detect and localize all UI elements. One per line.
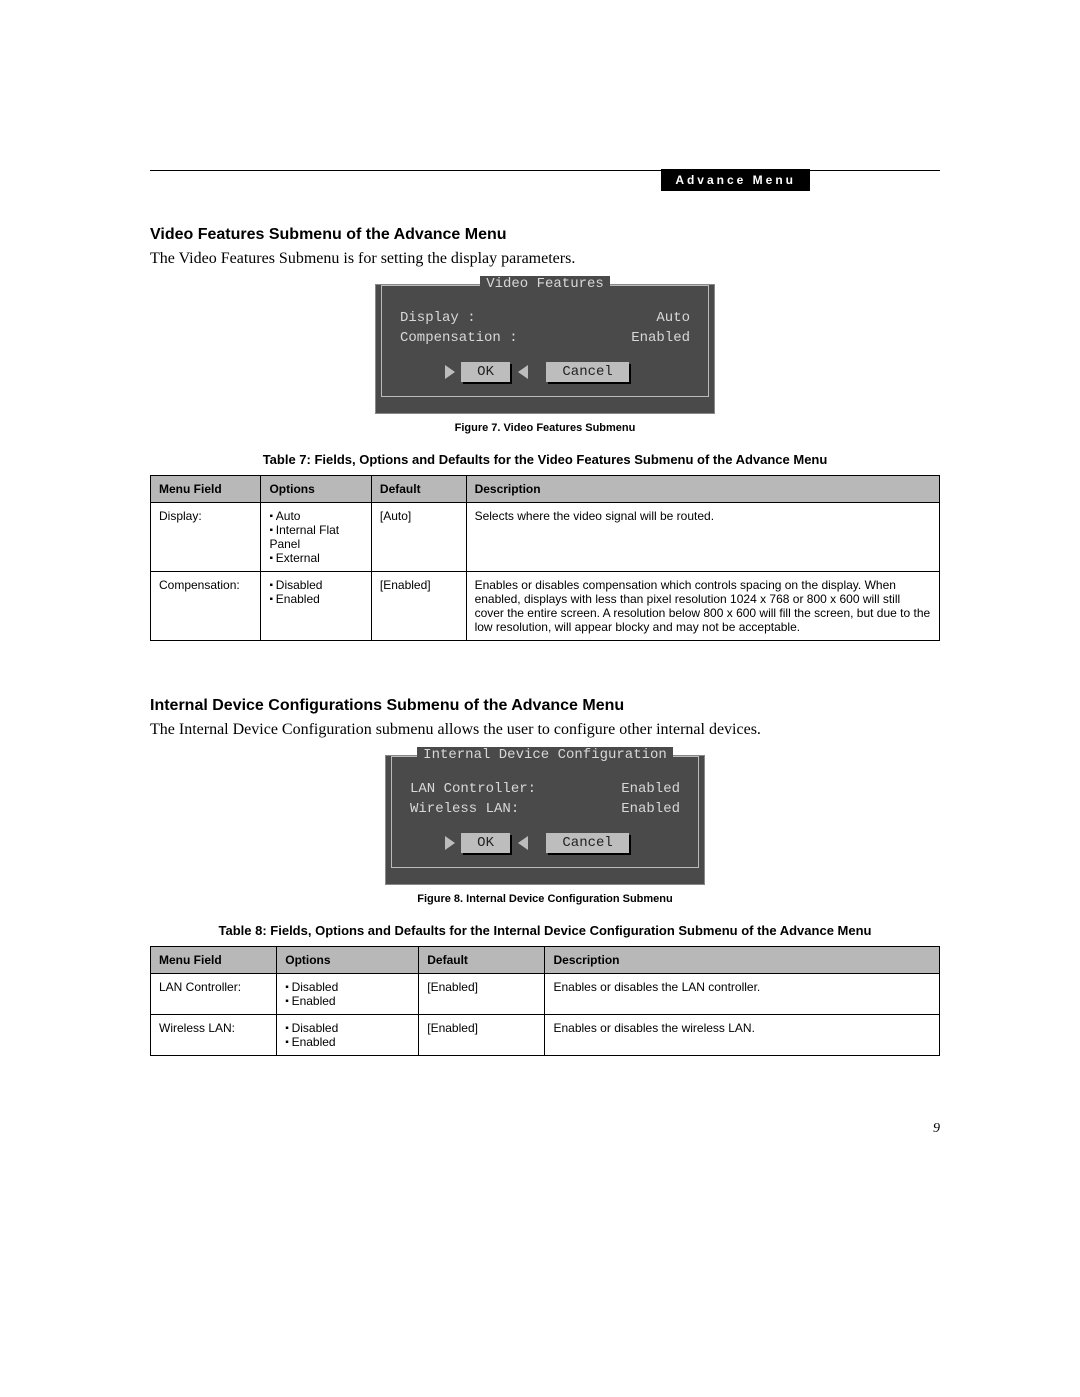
row-value[interactable]: Enabled [621, 801, 680, 817]
ok-button[interactable]: OK [461, 833, 510, 853]
list-item: Internal Flat Panel [269, 523, 362, 551]
cancel-button[interactable]: Cancel [546, 833, 628, 853]
panel-title: Internal Device Configuration [417, 747, 673, 763]
cell-menu-field: Compensation: [151, 572, 261, 641]
list-item: Enabled [285, 1035, 410, 1049]
cell-description: Enables or disables compensation which c… [466, 572, 939, 641]
col-menu-field: Menu Field [151, 476, 261, 503]
row-value[interactable]: Enabled [631, 330, 690, 346]
panel-row: Compensation : Enabled [400, 330, 690, 346]
table-title: Table 7: Fields, Options and Defaults fo… [150, 452, 940, 467]
cell-options: Disabled Enabled [285, 1021, 410, 1049]
cell-default: [Enabled] [419, 1015, 545, 1056]
list-item: Enabled [269, 592, 362, 606]
figure-caption: Figure 8. Internal Device Configuration … [150, 893, 940, 905]
row-label: LAN Controller: [410, 781, 536, 797]
section-intro: The Video Features Submenu is for settin… [150, 250, 940, 268]
cell-options: Disabled Enabled [285, 980, 410, 1008]
col-default: Default [419, 947, 545, 974]
cell-menu-field: Display: [151, 503, 261, 572]
list-item: Enabled [285, 994, 410, 1008]
section-tag: Advance Menu [661, 169, 810, 191]
col-menu-field: Menu Field [151, 947, 277, 974]
cell-default: [Enabled] [371, 572, 466, 641]
col-description: Description [545, 947, 940, 974]
section-heading: Video Features Submenu of the Advance Me… [150, 226, 940, 244]
row-label: Display : [400, 310, 476, 326]
section-heading: Internal Device Configurations Submenu o… [150, 697, 940, 715]
video-features-table: Menu Field Options Default Description D… [150, 475, 940, 641]
col-description: Description [466, 476, 939, 503]
internal-device-table: Menu Field Options Default Description L… [150, 946, 940, 1056]
list-item: Disabled [285, 980, 410, 994]
table-row: LAN Controller: Disabled Enabled [Enable… [151, 974, 940, 1015]
list-item: External [269, 551, 362, 565]
row-value[interactable]: Enabled [621, 781, 680, 797]
panel-row: Display : Auto [400, 310, 690, 326]
cell-options: Auto Internal Flat Panel External [269, 509, 362, 565]
video-features-panel: Video Features Display : Auto Compensati… [375, 284, 715, 414]
table-title: Table 8: Fields, Options and Defaults fo… [150, 923, 940, 938]
row-label: Wireless LAN: [410, 801, 519, 817]
col-default: Default [371, 476, 466, 503]
row-value[interactable]: Auto [656, 310, 690, 326]
panel-row: Wireless LAN: Enabled [410, 801, 680, 817]
cell-menu-field: Wireless LAN: [151, 1015, 277, 1056]
panel-title: Video Features [480, 276, 610, 292]
cell-description: Enables or disables the LAN controller. [545, 974, 940, 1015]
top-rule [150, 170, 940, 171]
cell-default: [Enabled] [419, 974, 545, 1015]
panel-row: LAN Controller: Enabled [410, 781, 680, 797]
col-options: Options [277, 947, 419, 974]
figure-caption: Figure 7. Video Features Submenu [150, 422, 940, 434]
table-row: Wireless LAN: Disabled Enabled [Enabled]… [151, 1015, 940, 1056]
cell-description: Enables or disables the wireless LAN. [545, 1015, 940, 1056]
ok-button[interactable]: OK [461, 362, 510, 382]
cell-options: Disabled Enabled [269, 578, 362, 606]
cancel-button[interactable]: Cancel [546, 362, 628, 382]
section-intro: The Internal Device Configuration submen… [150, 721, 940, 739]
cell-default: [Auto] [371, 503, 466, 572]
col-options: Options [261, 476, 371, 503]
internal-device-panel: Internal Device Configuration LAN Contro… [385, 755, 705, 885]
list-item: Disabled [285, 1021, 410, 1035]
cell-description: Selects where the video signal will be r… [466, 503, 939, 572]
row-label: Compensation : [400, 330, 518, 346]
table-row: Compensation: Disabled Enabled [Enabled]… [151, 572, 940, 641]
list-item: Disabled [269, 578, 362, 592]
page-number: 9 [933, 1121, 940, 1137]
cell-menu-field: LAN Controller: [151, 974, 277, 1015]
table-row: Display: Auto Internal Flat Panel Extern… [151, 503, 940, 572]
list-item: Auto [269, 509, 362, 523]
